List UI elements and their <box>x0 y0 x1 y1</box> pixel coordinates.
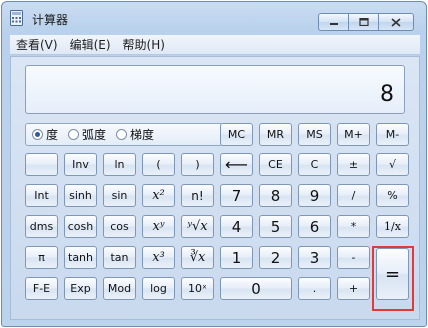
y-root-x-label: ʸ√x <box>187 219 208 234</box>
mode-degrees-label: 度 <box>46 128 59 142</box>
digit-3-button[interactable]: 3 <box>298 246 331 269</box>
cos-button[interactable]: cos <box>103 215 136 238</box>
add-button[interactable]: + <box>337 277 370 300</box>
ten-power-x-label: 10ˣ <box>188 282 207 295</box>
mc-button[interactable]: MC <box>220 123 253 146</box>
digit-6-button[interactable]: 6 <box>298 215 331 238</box>
plus-minus-button[interactable]: ± <box>337 153 370 176</box>
factorial-button[interactable]: n! <box>181 184 214 207</box>
calculator-icon <box>10 10 23 26</box>
inv-button[interactable]: Inv <box>64 153 97 176</box>
cube-root-label: ∛x <box>189 250 206 265</box>
divide-button[interactable]: / <box>337 184 370 207</box>
angle-mode-group: 度 弧度 梯度 <box>25 123 223 146</box>
window-title: 计算器 <box>32 13 69 27</box>
radio-icon <box>68 129 80 140</box>
close-icon <box>391 17 401 27</box>
ce-button[interactable]: CE <box>259 153 292 176</box>
left-paren-button[interactable]: ( <box>142 153 175 176</box>
x-cubed-label: x³ <box>152 250 165 265</box>
fe-button[interactable]: F-E <box>25 277 58 300</box>
minimize-icon <box>329 23 338 25</box>
subtract-button[interactable]: - <box>337 246 370 269</box>
mode-degrees[interactable]: 度 <box>32 126 58 143</box>
calculator-window: 计算器 查看(V) 编辑(E) 帮助(H) 8 度 弧度 梯度 MC MR MS… <box>1 1 427 327</box>
mode-radians-label: 弧度 <box>82 128 107 142</box>
x-cubed-button[interactable]: x³ <box>142 246 175 269</box>
x-squared-label: x² <box>152 188 165 203</box>
digit-5-button[interactable]: 5 <box>259 215 292 238</box>
radio-selected-icon <box>32 129 43 140</box>
equals-highlight-box <box>372 246 414 311</box>
int-button[interactable]: Int <box>25 184 58 207</box>
mode-gradians[interactable]: 梯度 <box>116 126 154 143</box>
mod-button[interactable]: Mod <box>103 277 136 300</box>
log-button[interactable]: log <box>142 277 175 300</box>
ms-button[interactable]: MS <box>298 123 331 146</box>
tanh-button[interactable]: tanh <box>64 246 97 269</box>
menu-help[interactable]: 帮助(H) <box>117 36 171 53</box>
mode-radians[interactable]: 弧度 <box>68 126 106 143</box>
percent-button[interactable]: % <box>376 184 409 207</box>
maximize-icon <box>358 18 369 26</box>
digit-8-button[interactable]: 8 <box>259 184 292 207</box>
cosh-button[interactable]: cosh <box>64 215 97 238</box>
maximize-button[interactable] <box>348 13 378 31</box>
ten-power-x-button[interactable]: 10ˣ <box>181 277 214 300</box>
close-button[interactable] <box>378 13 414 31</box>
reciprocal-label: 1/x <box>384 220 401 233</box>
dms-button[interactable]: dms <box>25 215 58 238</box>
digit-9-button[interactable]: 9 <box>298 184 331 207</box>
mode-gradians-label: 梯度 <box>130 128 155 142</box>
pi-button[interactable]: π <box>25 246 58 269</box>
radio-icon <box>116 129 128 140</box>
clear-button[interactable]: C <box>298 153 331 176</box>
digit-7-button[interactable]: 7 <box>220 184 253 207</box>
y-root-x-button[interactable]: ʸ√x <box>181 215 214 238</box>
title-bar: 计算器 <box>2 2 426 32</box>
menu-edit[interactable]: 编辑(E) <box>64 36 117 53</box>
x-power-y-button[interactable]: xʸ <box>142 215 175 238</box>
digit-0-button[interactable]: 0 <box>220 277 292 300</box>
decimal-button[interactable]: . <box>298 277 331 300</box>
window-controls <box>318 13 414 31</box>
multiply-button[interactable]: * <box>337 215 370 238</box>
right-paren-button[interactable]: ) <box>181 153 214 176</box>
backspace-button[interactable]: ⟵ <box>220 153 253 176</box>
blank-button[interactable] <box>25 153 58 176</box>
calculator-body: 8 度 弧度 梯度 MC MR MS M+ M- Inv ln ( ) ⟵ CE… <box>10 56 420 320</box>
cube-root-button[interactable]: ∛x <box>181 246 214 269</box>
menu-bar: 查看(V) 编辑(E) 帮助(H) <box>10 35 420 55</box>
tan-button[interactable]: tan <box>103 246 136 269</box>
x-power-y-label: xʸ <box>152 219 165 234</box>
digit-2-button[interactable]: 2 <box>259 246 292 269</box>
mr-button[interactable]: MR <box>259 123 292 146</box>
display-value: 8 <box>380 82 394 107</box>
display: 8 <box>25 65 405 114</box>
sin-button[interactable]: sin <box>103 184 136 207</box>
menu-view[interactable]: 查看(V) <box>10 36 64 53</box>
m-minus-button[interactable]: M- <box>376 123 409 146</box>
reciprocal-button[interactable]: 1/x <box>376 215 409 238</box>
minimize-button[interactable] <box>318 13 348 31</box>
sqrt-button[interactable]: √ <box>376 153 409 176</box>
digit-4-button[interactable]: 4 <box>220 215 253 238</box>
exp-button[interactable]: Exp <box>64 277 97 300</box>
m-plus-button[interactable]: M+ <box>337 123 370 146</box>
ln-button[interactable]: ln <box>103 153 136 176</box>
sinh-button[interactable]: sinh <box>64 184 97 207</box>
x-squared-button[interactable]: x² <box>142 184 175 207</box>
digit-1-button[interactable]: 1 <box>220 246 253 269</box>
